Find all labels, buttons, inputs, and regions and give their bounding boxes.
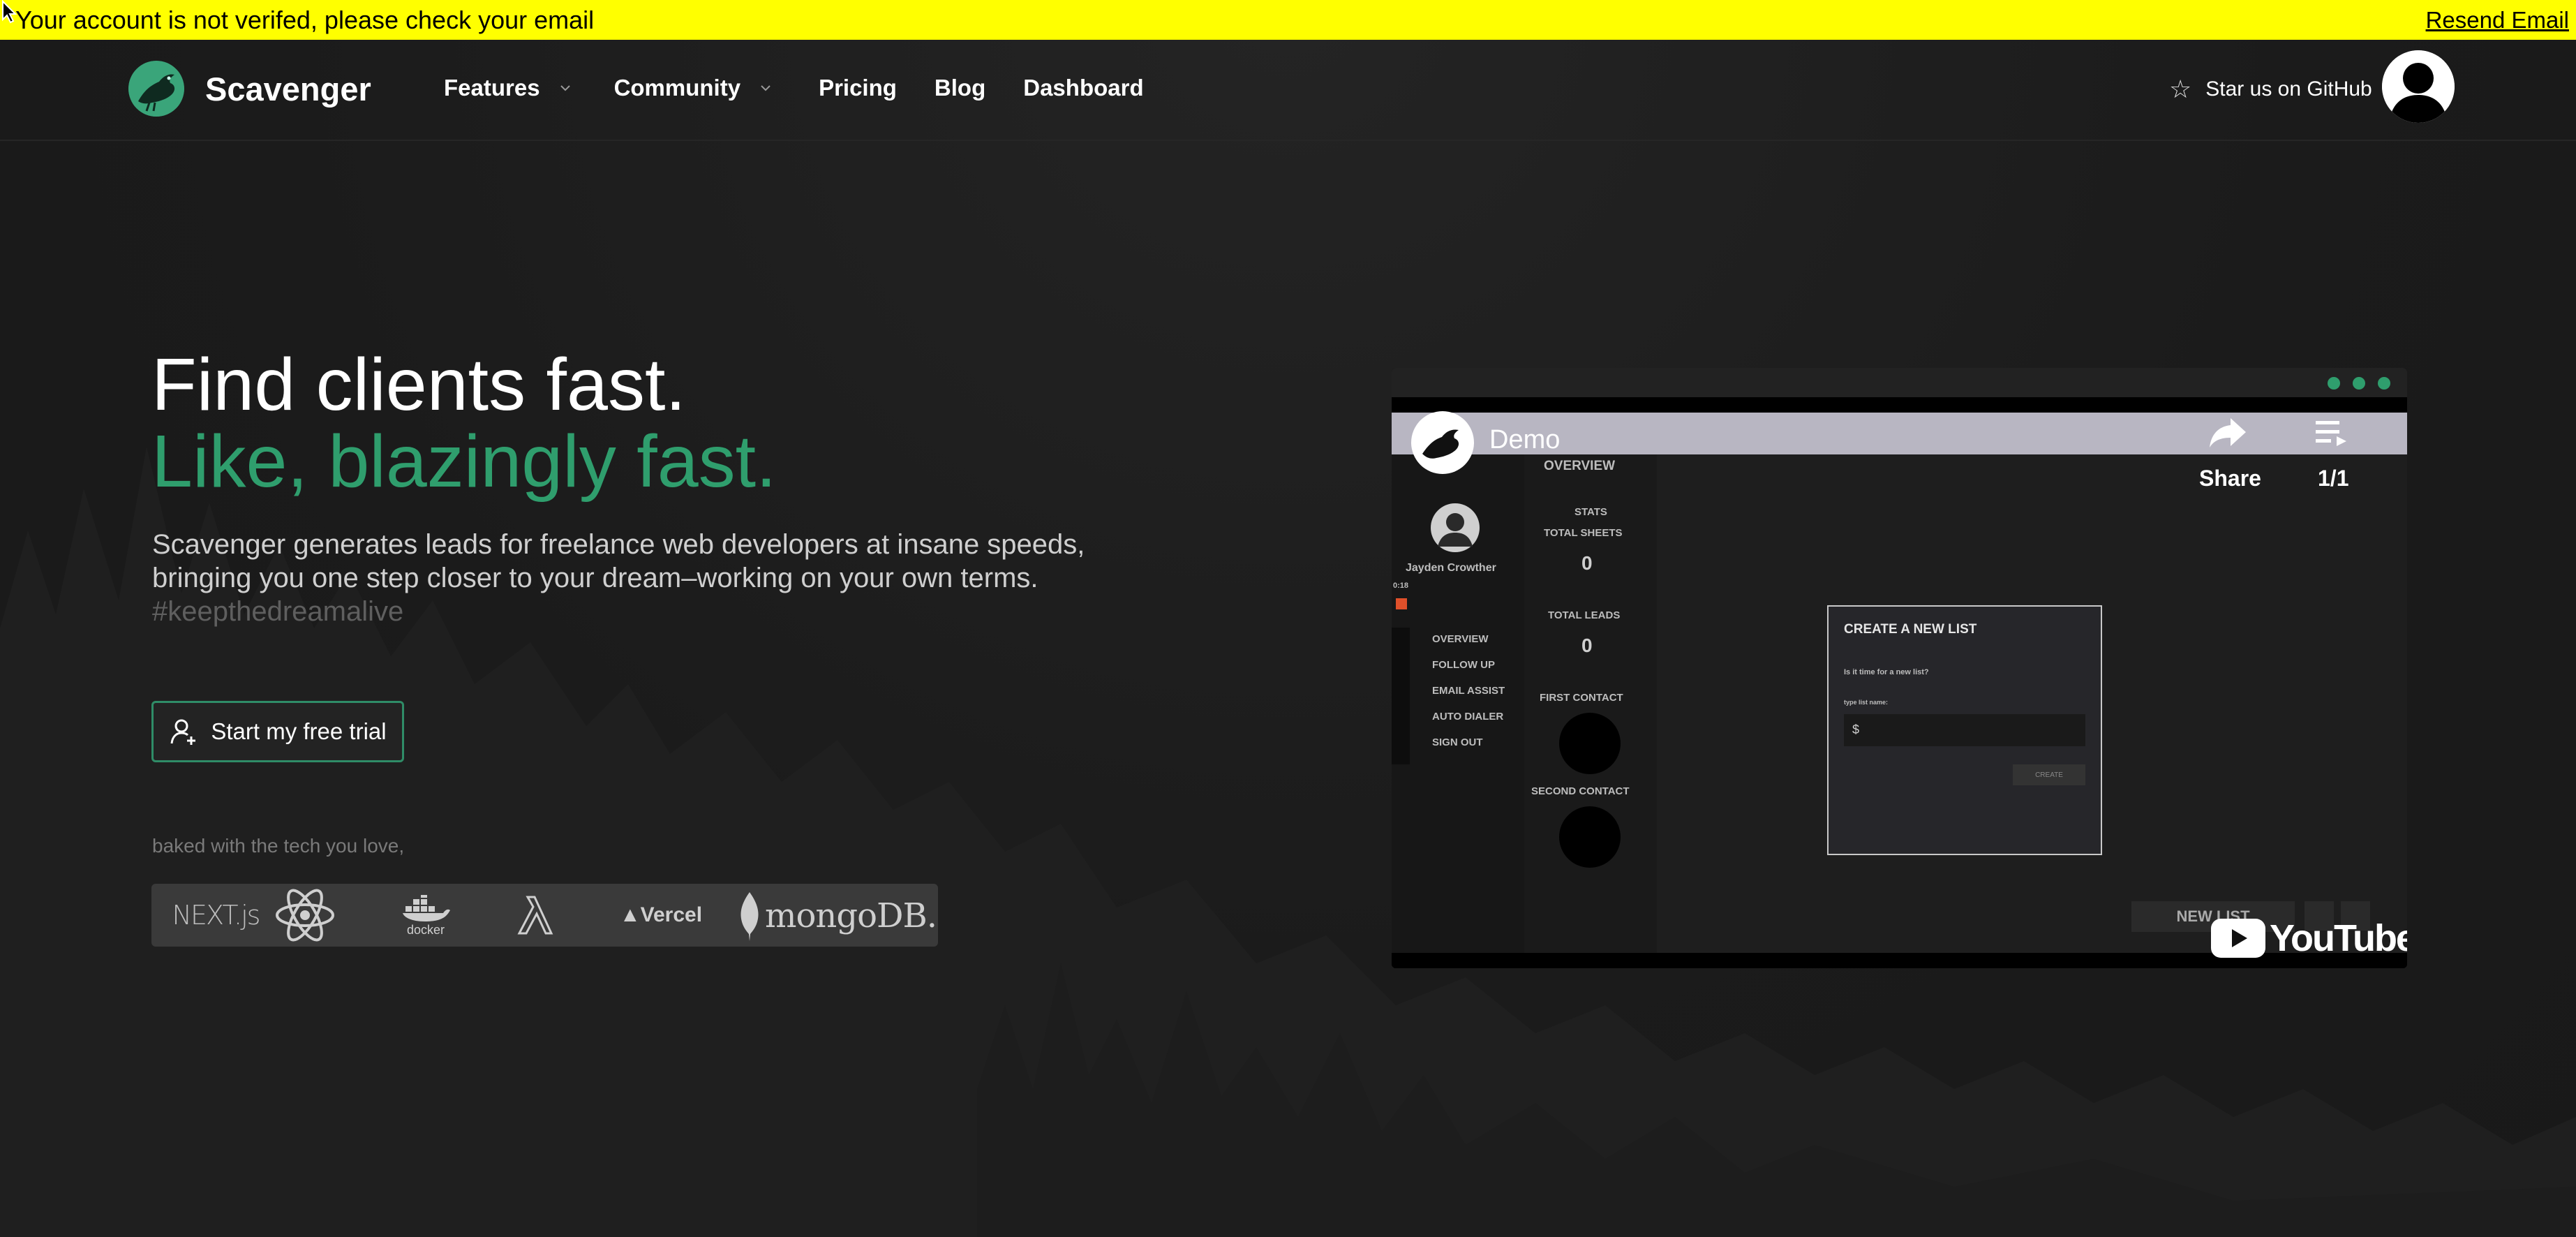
recorded-total-sheets-value: 0 (1581, 552, 1593, 574)
nav-pricing[interactable]: Pricing (819, 75, 897, 101)
nav-dashboard-label: Dashboard (1023, 75, 1144, 101)
hero-title-line1: Find clients fast. (151, 343, 686, 426)
window-dot-2 (2353, 377, 2365, 390)
second-contact-circle (1559, 806, 1621, 868)
nav-pricing-label: Pricing (819, 75, 897, 101)
recorded-total-sheets-label: TOTAL SHEETS (1544, 527, 1623, 539)
nav-features-label: Features (444, 75, 540, 101)
recorded-menu-sign-out: SIGN OUT (1432, 736, 1483, 748)
nav-blog[interactable]: Blog (935, 75, 985, 101)
resend-email-link[interactable]: Resend Email (2426, 7, 2570, 34)
hero-title-line2: Like, blazingly fast. (151, 420, 777, 503)
mongodb-logo: mongoDB. (736, 889, 939, 942)
recorded-menu-email-assist: EMAIL ASSIST (1432, 685, 1505, 697)
mouse-cursor-icon (2, 0, 17, 24)
react-icon (270, 888, 340, 942)
youtube-logo[interactable]: YouTube (2211, 917, 2407, 960)
profile-icon (1431, 503, 1480, 552)
tech-caption: baked with the tech you love, (152, 835, 405, 857)
youtube-play-icon (2211, 919, 2265, 958)
nav-features[interactable]: Features (444, 75, 572, 101)
lambda-icon (507, 889, 563, 942)
hero-subtitle-line1: Scavenger generates leads for freelance … (152, 529, 1085, 560)
channel-avatar[interactable] (1411, 411, 1474, 474)
playlist-counter: 1/1 (2318, 466, 2349, 491)
user-silhouette-icon (2382, 50, 2455, 123)
crow-channel-icon (1422, 429, 1459, 459)
record-stop-icon (1396, 598, 1407, 609)
video-title[interactable]: Demo (1489, 425, 1560, 455)
crow-logo-icon (128, 61, 184, 117)
verification-banner: Your account is not verifed, please chec… (0, 0, 2576, 40)
main-menu: Features Community Pricing Blog Dashboar… (444, 75, 1144, 101)
chevron-down-icon (761, 85, 770, 91)
page: Your account is not verifed, please chec… (0, 0, 2576, 1237)
recorded-modal-field-label: type list name: (1844, 699, 1889, 706)
recorded-menu-overview: OVERVIEW (1432, 633, 1489, 645)
user-plus-icon (170, 719, 196, 745)
recorded-modal-question: Is it time for a new list? (1844, 668, 1929, 676)
share-label[interactable]: Share (2199, 466, 2261, 491)
hero-subtitle-line2: bringing you one step closer to your dre… (152, 563, 1038, 593)
docker-logo: docker (387, 889, 464, 942)
github-star-label: Star us on GitHub (2205, 77, 2372, 101)
recorded-total-leads-value: 0 (1581, 635, 1593, 656)
star-icon: ☆ (2169, 75, 2192, 103)
tech-logos-bar: NEXT.js docker ▲Vercel mongoDB. (151, 884, 938, 947)
window-dot-3 (2378, 377, 2390, 390)
brand-name: Scavenger (205, 70, 371, 108)
recorded-menu-auto-dialer: AUTO DIALER (1432, 711, 1504, 723)
navbar: Scavenger Features Community Pricing Blo… (0, 40, 2576, 141)
vercel-logo: ▲Vercel (619, 903, 703, 926)
nextjs-logo: NEXT.js (172, 900, 261, 931)
demo-video-card[interactable]: Jayden Crowther 0:18 OVERVIEW FOLLOW UP … (1392, 368, 2407, 968)
recorded-create-list-modal: CREATE A NEW LIST Is it time for a new l… (1827, 605, 2102, 855)
chevron-down-icon (560, 85, 570, 91)
recorded-username: Jayden Crowther (1406, 562, 1496, 574)
recorded-list-name-input: $ (1844, 714, 2085, 746)
github-star-link[interactable]: ☆ Star us on GitHub (2169, 75, 2372, 104)
recorded-total-leads-label: TOTAL LEADS (1548, 609, 1621, 621)
start-free-trial-button[interactable]: Start my free trial (151, 701, 404, 762)
recorded-input-prefix: $ (1852, 723, 1860, 736)
recorded-first-contact-label: FIRST CONTACT (1540, 692, 1623, 704)
verification-message: Your account is not verifed, please chec… (15, 5, 595, 34)
nav-dashboard[interactable]: Dashboard (1023, 75, 1143, 101)
recorded-sidebar: Jayden Crowther 0:18 OVERVIEW FOLLOW UP … (1392, 454, 1524, 953)
recorded-menu-follow-up: FOLLOW UP (1432, 659, 1495, 671)
start-free-trial-label: Start my free trial (211, 718, 387, 744)
recorded-stats-column: OVERVIEW STATS TOTAL SHEETS 0 TOTAL LEAD… (1524, 454, 1657, 953)
recorded-stats-label: STATS (1574, 506, 1607, 518)
window-dot-1 (2328, 377, 2340, 390)
recording-time: 0:18 (1393, 582, 1409, 590)
hero-hashtag: #keepthedreamalive (152, 596, 404, 627)
hero-subtitle: Scavenger generates leads for freelance … (152, 528, 1199, 628)
recording-toolbar (1392, 628, 1410, 764)
youtube-embed[interactable]: Jayden Crowther 0:18 OVERVIEW FOLLOW UP … (1392, 397, 2407, 968)
nav-community-label: Community (613, 75, 741, 101)
recorded-second-contact-label: SECOND CONTACT (1531, 785, 1630, 797)
share-icon[interactable] (2208, 415, 2247, 449)
nav-community[interactable]: Community (614, 75, 773, 101)
playlist-icon[interactable] (2314, 418, 2349, 446)
recorded-app: Jayden Crowther 0:18 OVERVIEW FOLLOW UP … (1392, 454, 2407, 953)
user-avatar[interactable] (2382, 50, 2455, 123)
first-contact-circle (1559, 713, 1621, 774)
video-card-titlebar (1392, 368, 2407, 397)
nav-blog-label: Blog (934, 75, 986, 101)
brand-logo[interactable]: Scavenger (128, 61, 371, 117)
recorded-create-button: CREATE (2013, 764, 2085, 785)
recorded-overview-header: OVERVIEW (1544, 459, 1616, 473)
recorded-modal-title: CREATE A NEW LIST (1844, 622, 1977, 637)
